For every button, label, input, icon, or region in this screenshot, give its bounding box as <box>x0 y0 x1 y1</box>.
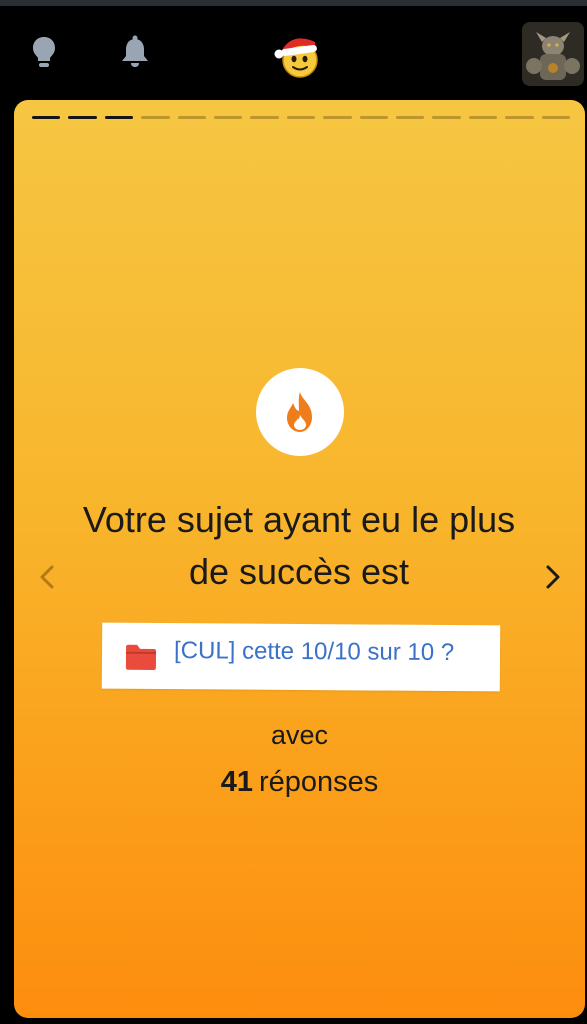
reply-count-number: 41 <box>220 766 253 798</box>
flame-badge <box>256 368 344 456</box>
progress-segment <box>505 116 534 119</box>
previous-arrow-button[interactable] <box>32 562 62 592</box>
story-headline: Votre sujet ayant eu le plus de succès e… <box>82 499 516 592</box>
progress-segment <box>177 116 207 119</box>
chevron-left-icon <box>40 565 54 589</box>
progress-segment <box>323 116 352 119</box>
progress-segment <box>468 116 498 119</box>
bell-icon[interactable] <box>116 34 154 70</box>
progress-segment <box>68 116 97 119</box>
progress-segment <box>432 116 461 119</box>
story-progress-bar <box>32 116 571 122</box>
progress-segment <box>250 116 279 119</box>
knight-avatar[interactable] <box>522 22 584 86</box>
santa-smiley-logo[interactable] <box>272 30 326 80</box>
progress-segment <box>396 116 425 119</box>
progress-segment <box>359 116 389 119</box>
chevron-right-icon <box>546 565 560 589</box>
progress-segment <box>141 116 170 119</box>
reply-count: 41 réponses <box>14 766 585 799</box>
reply-count-label: réponses <box>258 766 379 798</box>
top-navigation <box>0 6 587 100</box>
with-label: avec <box>270 720 329 750</box>
flame-icon <box>287 392 312 432</box>
topic-title[interactable]: [CUL] cette 10/10 sur 10 ? <box>174 637 454 667</box>
progress-segment <box>104 116 134 119</box>
progress-segment <box>214 116 243 119</box>
lightbulb-icon[interactable] <box>26 34 62 70</box>
story-card: Votre sujet ayant eu le plus de succès e… <box>14 100 585 1018</box>
progress-segment <box>541 116 571 119</box>
progress-segment <box>286 116 316 119</box>
next-arrow-button[interactable] <box>538 562 568 592</box>
progress-segment <box>32 116 61 119</box>
top-topic-link[interactable]: [CUL] cette 10/10 sur 10 ? <box>101 622 501 692</box>
folder-icon <box>125 644 157 670</box>
